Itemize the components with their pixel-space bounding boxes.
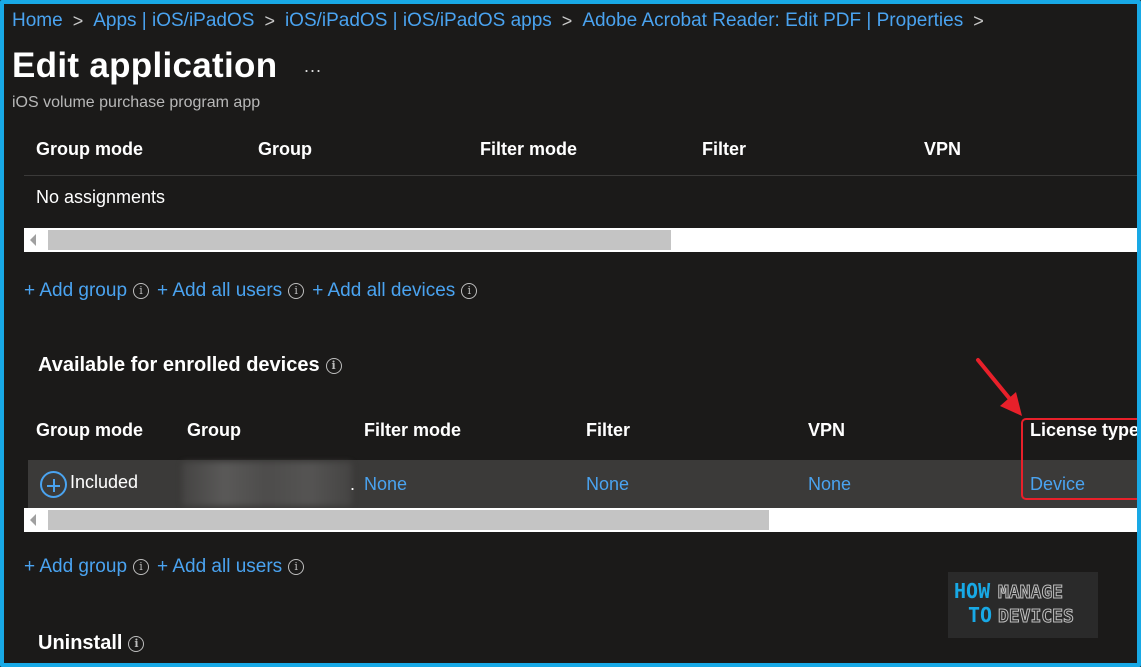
add-circle-icon bbox=[40, 471, 67, 498]
horizontal-scrollbar[interactable] bbox=[24, 228, 1137, 252]
page-title: Edit application bbox=[12, 46, 278, 85]
vpn-link[interactable]: None bbox=[808, 474, 851, 495]
scrollbar-thumb[interactable] bbox=[48, 230, 671, 250]
filter-mode-link[interactable]: None bbox=[364, 474, 407, 495]
highlight-box bbox=[1021, 418, 1137, 500]
group-mode-value: Included bbox=[70, 472, 139, 492]
chevron-right-icon: > bbox=[72, 10, 84, 31]
chevron-right-icon: > bbox=[973, 10, 984, 31]
info-icon[interactable]: i bbox=[461, 283, 478, 299]
column-header-group-mode[interactable]: Group mode bbox=[36, 420, 143, 441]
page-subtitle: iOS volume purchase program app bbox=[12, 94, 261, 111]
column-header-vpn[interactable]: VPN bbox=[808, 420, 845, 441]
chevron-right-icon: > bbox=[561, 10, 573, 31]
watermark-logo: HOW TO MANAGE DEVICES bbox=[948, 572, 1098, 638]
more-options-button[interactable]: ... bbox=[304, 56, 322, 77]
required-actions: + Add group i + Add all users i + Add all … bbox=[24, 280, 485, 302]
available-actions: + Add group i + Add all users i bbox=[24, 556, 312, 578]
scrollbar-thumb[interactable] bbox=[48, 510, 769, 530]
filter-link[interactable]: None bbox=[586, 474, 629, 495]
breadcrumb-app-properties[interactable]: Adobe Acrobat Reader: Edit PDF | Propert… bbox=[582, 10, 963, 32]
column-header-filter-mode[interactable]: Filter mode bbox=[480, 139, 577, 160]
redacted-group-name bbox=[182, 462, 352, 506]
callout-arrow-icon bbox=[976, 358, 1022, 416]
horizontal-scrollbar[interactable] bbox=[24, 508, 1137, 532]
table-divider bbox=[24, 175, 1137, 176]
column-header-filter-mode[interactable]: Filter mode bbox=[364, 420, 461, 441]
section-title-available: Available for enrolled devices i bbox=[38, 354, 342, 377]
breadcrumb: Home > Apps | iOS/iPadOS > iOS/iPadOS | … bbox=[12, 8, 994, 34]
empty-table-message: No assignments bbox=[36, 187, 166, 207]
section-title-uninstall: Uninstall i bbox=[38, 632, 145, 655]
add-all-users-link[interactable]: + Add all users i bbox=[157, 556, 305, 578]
add-all-users-link[interactable]: + Add all users i bbox=[157, 280, 305, 302]
column-header-filter[interactable]: Filter bbox=[702, 139, 746, 160]
column-header-vpn[interactable]: VPN bbox=[924, 139, 961, 160]
svg-text:TO: TO bbox=[968, 603, 992, 627]
breadcrumb-ios-apps[interactable]: iOS/iPadOS | iOS/iPadOS apps bbox=[285, 10, 552, 32]
group-value: . bbox=[350, 474, 356, 494]
add-all-devices-link[interactable]: + Add all devices i bbox=[312, 280, 478, 302]
column-header-filter[interactable]: Filter bbox=[586, 420, 630, 441]
info-icon[interactable]: i bbox=[288, 283, 305, 299]
svg-text:MANAGE: MANAGE bbox=[998, 582, 1063, 603]
info-icon[interactable]: i bbox=[133, 283, 150, 299]
column-header-group-mode[interactable]: Group mode bbox=[36, 139, 143, 160]
app-frame: Home > Apps | iOS/iPadOS > iOS/iPadOS | … bbox=[0, 0, 1141, 667]
svg-text:DEVICES: DEVICES bbox=[998, 606, 1074, 627]
scroll-left-icon[interactable] bbox=[30, 234, 36, 246]
chevron-right-icon: > bbox=[264, 10, 275, 31]
svg-text:HOW: HOW bbox=[954, 579, 991, 603]
breadcrumb-apps[interactable]: Apps | iOS/iPadOS bbox=[93, 10, 254, 32]
column-header-group[interactable]: Group bbox=[258, 139, 312, 160]
info-icon[interactable]: i bbox=[325, 357, 342, 374]
add-group-link[interactable]: + Add group i bbox=[24, 556, 150, 578]
scroll-left-icon[interactable] bbox=[30, 514, 36, 526]
info-icon[interactable]: i bbox=[128, 635, 145, 652]
breadcrumb-home[interactable]: Home bbox=[12, 10, 63, 32]
add-group-link[interactable]: + Add group i bbox=[24, 280, 150, 302]
info-icon[interactable]: i bbox=[133, 559, 150, 575]
info-icon[interactable]: i bbox=[288, 559, 305, 575]
column-header-group[interactable]: Group bbox=[187, 420, 241, 441]
